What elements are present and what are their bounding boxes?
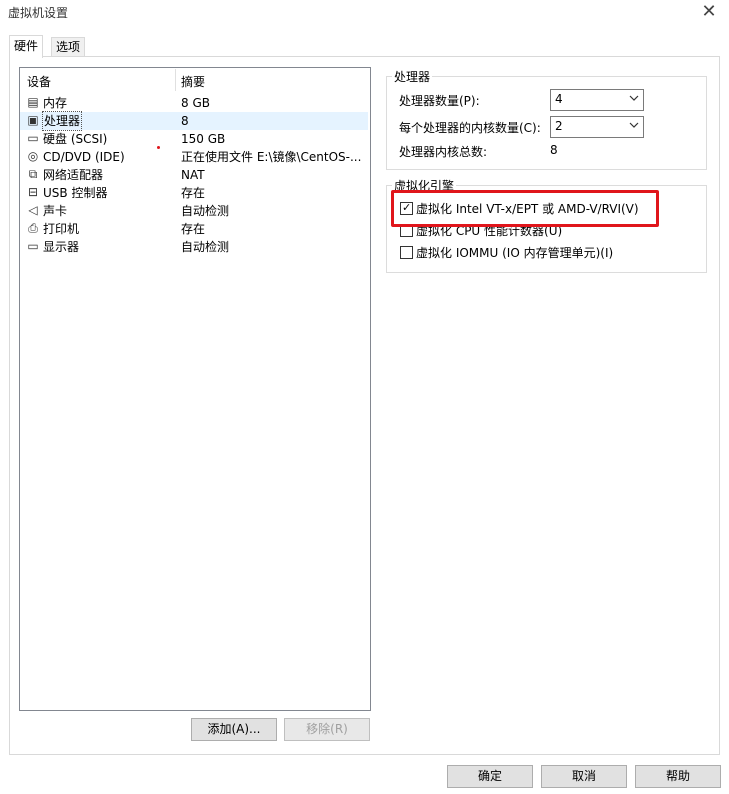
network-adapter-icon: ⧉ bbox=[28, 167, 38, 181]
device-summary: 8 GB bbox=[181, 96, 210, 110]
device-summary: NAT bbox=[181, 168, 205, 182]
close-icon[interactable]: ✕ bbox=[699, 1, 719, 23]
processor-count-select[interactable]: 4 bbox=[550, 89, 644, 111]
column-header-device[interactable]: 设备 bbox=[27, 73, 51, 90]
help-button[interactable]: 帮助 bbox=[635, 765, 721, 788]
device-row-sound-card[interactable]: ◁ 声卡 自动检测 bbox=[20, 202, 368, 220]
iommu-option[interactable]: 虚拟化 IOMMU (IO 内存管理单元)(I) bbox=[399, 244, 679, 260]
ok-button[interactable]: 确定 bbox=[447, 765, 533, 788]
device-name: 显示器 bbox=[43, 240, 80, 254]
processor-icon: ▣ bbox=[27, 113, 39, 127]
device-name: 网络适配器 bbox=[43, 168, 104, 182]
device-name: CD/DVD (IDE) bbox=[43, 150, 125, 164]
cd-dvd-icon: ◎ bbox=[27, 149, 39, 163]
cores-per-processor-select[interactable]: 2 bbox=[550, 116, 644, 138]
device-name: 处理器 bbox=[42, 111, 83, 131]
device-name: 声卡 bbox=[43, 204, 68, 218]
tab-options[interactable]: 选项 bbox=[51, 37, 86, 57]
column-separator[interactable] bbox=[175, 69, 176, 91]
total-cores-value: 8 bbox=[550, 143, 558, 157]
device-summary: 自动检测 bbox=[181, 204, 230, 218]
processor-count-value: 4 bbox=[555, 92, 563, 106]
device-summary: 存在 bbox=[181, 186, 206, 200]
column-header-summary[interactable]: 摘要 bbox=[181, 73, 205, 90]
usb-controller-icon: ⊟ bbox=[27, 185, 39, 199]
cores-per-processor-value: 2 bbox=[555, 119, 563, 133]
device-summary: 自动检测 bbox=[181, 240, 230, 254]
processor-group-label: 处理器 bbox=[392, 68, 433, 85]
total-cores-label: 处理器内核总数: bbox=[399, 145, 488, 159]
sound-card-icon: ◁ bbox=[28, 203, 38, 217]
hard-disk-icon: ▭ bbox=[27, 131, 39, 145]
device-row-usb-controller[interactable]: ⊟ USB 控制器 存在 bbox=[20, 184, 368, 202]
device-name: 内存 bbox=[43, 96, 68, 110]
device-summary: 正在使用文件 E:\镜像\CentOS-... bbox=[181, 150, 362, 164]
device-row-processor[interactable]: ▣ 处理器 8 bbox=[20, 111, 368, 131]
remove-button[interactable]: 移除(R) bbox=[284, 718, 370, 741]
iommu-checkbox[interactable] bbox=[400, 246, 413, 259]
device-summary: 150 GB bbox=[181, 132, 226, 146]
chevron-down-icon bbox=[629, 95, 639, 101]
device-row-printer[interactable]: ⎙ 打印机 存在 bbox=[20, 220, 368, 238]
chevron-down-icon bbox=[629, 122, 639, 128]
device-name: USB 控制器 bbox=[43, 186, 108, 200]
device-summary: 存在 bbox=[181, 222, 206, 236]
device-row-network-adapter[interactable]: ⧉ 网络适配器 NAT bbox=[20, 166, 368, 184]
device-row-cd-dvd[interactable]: ◎ CD/DVD (IDE) 正在使用文件 E:\镜像\CentOS-... bbox=[20, 148, 368, 166]
iommu-label: 虚拟化 IOMMU (IO 内存管理单元)(I) bbox=[416, 246, 614, 260]
window-title: 虚拟机设置 bbox=[8, 6, 69, 20]
device-row-memory[interactable]: ▤ 内存 8 GB bbox=[20, 94, 368, 112]
cancel-button[interactable]: 取消 bbox=[541, 765, 627, 788]
device-summary: 8 bbox=[181, 114, 189, 128]
tab-hardware[interactable]: 硬件 bbox=[9, 35, 44, 58]
device-row-hard-disk[interactable]: ▭ 硬盘 (SCSI) 150 GB bbox=[20, 130, 368, 148]
device-name: 打印机 bbox=[43, 222, 80, 236]
printer-icon: ⎙ bbox=[28, 221, 38, 235]
processor-count-label: 处理器数量(P): bbox=[399, 94, 480, 108]
cores-per-processor-label: 每个处理器的内核数量(C): bbox=[399, 121, 541, 135]
annotation-dot bbox=[157, 146, 160, 149]
device-row-display[interactable]: ▭ 显示器 自动检测 bbox=[20, 238, 368, 256]
device-name: 硬盘 (SCSI) bbox=[43, 132, 108, 146]
highlight-annotation bbox=[391, 190, 659, 227]
memory-icon: ▤ bbox=[27, 95, 39, 109]
display-icon: ▭ bbox=[27, 239, 39, 253]
add-button[interactable]: 添加(A)... bbox=[191, 718, 277, 741]
